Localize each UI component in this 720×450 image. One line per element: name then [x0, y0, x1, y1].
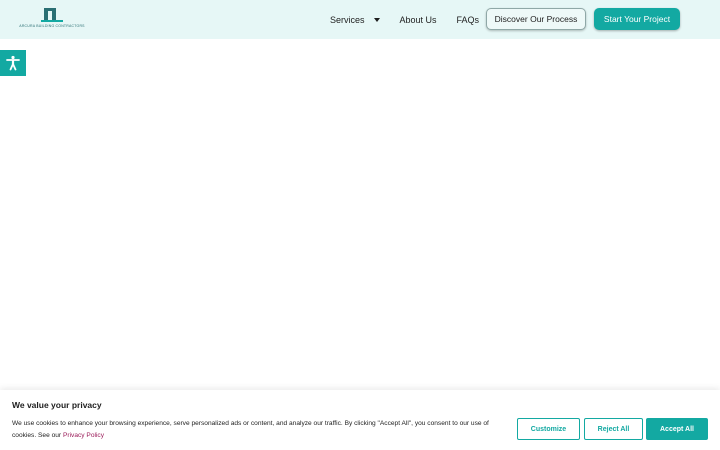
accept-all-button[interactable]: Accept All [646, 418, 708, 440]
main-nav: Services About Us FAQs [330, 0, 479, 39]
logo-text: ARCURA BUILDING CONTRACTORS [19, 24, 85, 28]
nav-about-us[interactable]: About Us [400, 15, 437, 25]
discover-process-button[interactable]: Discover Our Process [486, 8, 586, 30]
accessibility-icon [6, 55, 20, 71]
accessibility-button[interactable] [0, 50, 26, 76]
privacy-policy-link[interactable]: Privacy Policy [63, 432, 104, 439]
start-project-button[interactable]: Start Your Project [594, 8, 680, 30]
cookie-text: We use cookies to enhance your browsing … [12, 418, 512, 442]
cookie-consent-banner: We value your privacy We use cookies to … [0, 390, 720, 450]
customize-button[interactable]: Customize [517, 418, 580, 440]
cookie-title: We value your privacy [12, 400, 102, 410]
site-header: ARCURA BUILDING CONTRACTORS Services Abo… [0, 0, 720, 39]
chevron-down-icon [373, 17, 380, 22]
nav-faqs[interactable]: FAQs [457, 15, 480, 25]
nav-services[interactable]: Services [330, 15, 380, 25]
reject-all-button[interactable]: Reject All [584, 418, 643, 440]
logo-mark-icon [41, 8, 63, 22]
nav-services-label: Services [330, 14, 365, 25]
company-logo[interactable]: ARCURA BUILDING CONTRACTORS [19, 8, 85, 32]
